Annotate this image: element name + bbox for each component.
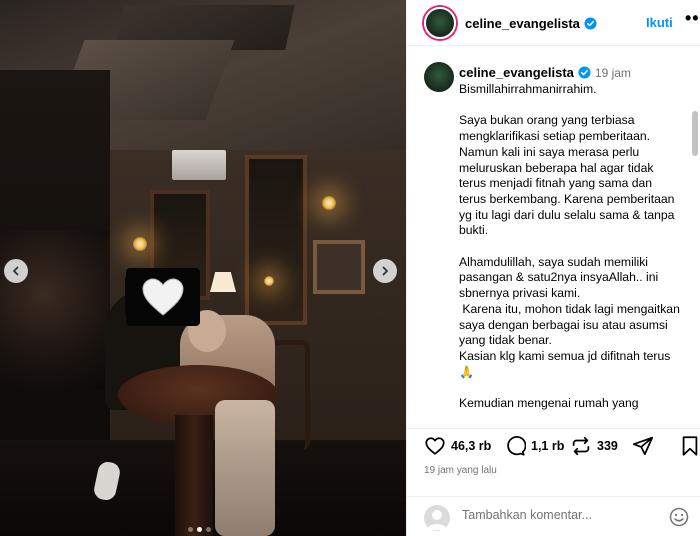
carousel-dot <box>206 527 211 532</box>
photo-plant <box>0 230 110 390</box>
save-button[interactable] <box>679 435 700 457</box>
carousel-dots <box>188 527 211 532</box>
caption-text: Bismillahirrahmanirrahim. Saya bukan ora… <box>459 82 680 411</box>
carousel-dot <box>188 527 193 532</box>
username[interactable]: celine_evangelista <box>465 16 580 31</box>
carousel-dot <box>197 527 202 532</box>
post-panel: celine_evangelista Ikuti ••• celine_evan… <box>406 0 700 536</box>
caption-header: celine_evangelista 19 jam <box>459 65 631 80</box>
post-header: celine_evangelista Ikuti ••• <box>407 0 700 46</box>
comment-bar <box>407 496 700 536</box>
photo-table-leg <box>175 415 213 536</box>
avatar[interactable] <box>424 62 454 92</box>
chevron-left-icon <box>13 266 19 276</box>
photo-air-conditioner <box>172 150 226 180</box>
paper-plane-icon <box>632 436 654 456</box>
repost-icon <box>572 436 590 456</box>
header-user: celine_evangelista <box>465 15 597 33</box>
carousel-next-button[interactable] <box>373 259 397 283</box>
photo-window <box>245 155 307 325</box>
heart-sticker <box>142 278 184 316</box>
more-options-button[interactable]: ••• <box>685 8 700 29</box>
photo-woman-legs <box>215 400 275 536</box>
photo-wall-light <box>322 196 336 210</box>
caption-scrollbar[interactable] <box>692 111 698 156</box>
verified-badge-icon <box>584 17 597 30</box>
photo-wall-light <box>264 276 274 286</box>
action-bar: 46,3 rb 1,1 rb 339 <box>407 428 700 464</box>
smiley-icon[interactable] <box>669 507 689 527</box>
post-photo[interactable] <box>0 0 406 536</box>
verified-badge-icon <box>578 66 591 79</box>
comment-button[interactable]: 1,1 rb <box>504 435 564 457</box>
photo-wall-light <box>133 237 147 251</box>
like-count[interactable]: 46,3 rb <box>451 439 491 453</box>
caption-username[interactable]: celine_evangelista <box>459 65 574 80</box>
repost-button[interactable]: 339 <box>570 435 618 457</box>
follow-button[interactable]: Ikuti <box>646 15 673 30</box>
caption-timestamp[interactable]: 19 jam <box>595 66 631 80</box>
like-button[interactable]: 46,3 rb <box>424 435 491 457</box>
heart-icon <box>425 437 445 455</box>
comment-bubble-icon <box>507 436 526 456</box>
user-avatar <box>424 505 450 531</box>
avatar[interactable] <box>424 7 456 39</box>
repost-count[interactable]: 339 <box>597 439 618 453</box>
caption-area[interactable]: celine_evangelista 19 jam Bismillahirrahm… <box>407 47 700 427</box>
bookmark-icon <box>682 436 698 456</box>
comment-input[interactable] <box>462 508 652 522</box>
photo-wall-frame <box>313 240 365 294</box>
send-button[interactable] <box>632 435 654 457</box>
chevron-right-icon <box>382 266 388 276</box>
posted-time[interactable]: 19 jam yang lalu <box>424 465 497 476</box>
default-avatar-icon <box>427 510 447 530</box>
carousel-prev-button[interactable] <box>4 259 28 283</box>
comment-count[interactable]: 1,1 rb <box>531 439 564 453</box>
